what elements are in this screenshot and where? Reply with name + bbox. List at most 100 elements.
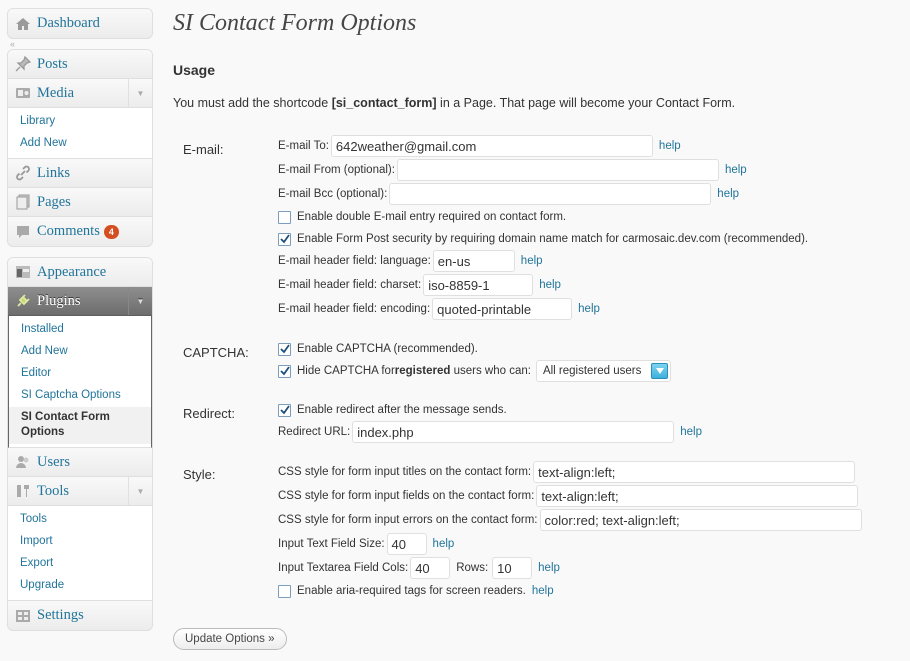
- style-titles-input[interactable]: text-align:left;: [533, 461, 856, 483]
- help-link[interactable]: help: [532, 585, 554, 597]
- form-security-checkbox[interactable]: [278, 232, 291, 246]
- menu-pages[interactable]: Pages: [8, 188, 152, 217]
- captcha-role-select[interactable]: All registered users: [535, 360, 672, 382]
- submenu-item-upgrade[interactable]: Upgrade: [8, 575, 152, 597]
- email-from-input[interactable]: [396, 159, 719, 181]
- appearance-icon: [14, 263, 32, 281]
- menu-group-dashboard: Dashboard: [7, 8, 153, 39]
- menu-settings-label: Settings: [37, 607, 84, 623]
- menu-users[interactable]: Users: [8, 448, 152, 477]
- menu-tools[interactable]: Tools ▼: [8, 477, 152, 506]
- captcha-enable-checkbox[interactable]: [278, 342, 291, 356]
- settings-icon: [14, 607, 32, 625]
- submenu-item-tools[interactable]: Tools: [8, 509, 152, 531]
- email-charset-input[interactable]: iso-8859-1: [423, 274, 534, 296]
- link-icon: [14, 164, 32, 182]
- style-aria-row: Enable aria-required tags for screen rea…: [278, 580, 554, 602]
- pages-icon: [14, 193, 32, 211]
- captcha-hide-checkbox[interactable]: [278, 364, 291, 378]
- captcha-hide-row: Hide CAPTCHA for registered users who ca…: [278, 360, 672, 382]
- submenu-plugins: Installed Add New Editor SI Captcha Opti…: [8, 316, 152, 448]
- redirect-enable-checkbox[interactable]: [278, 403, 291, 417]
- style-errors-input[interactable]: color:red; text-align:left;: [539, 509, 862, 531]
- menu-media-label: Media: [37, 84, 75, 101]
- email-encoding-row: E-mail header field: encoding: quoted-pr…: [278, 298, 600, 320]
- email-language-input[interactable]: en-us: [432, 250, 515, 272]
- chevron-down-icon[interactable]: ▼: [128, 79, 152, 107]
- style-size-row: Input Text Field Size: 40 help: [278, 533, 454, 555]
- help-link[interactable]: help: [538, 562, 560, 574]
- menu-separator-2: [7, 247, 153, 257]
- captcha-hide-label-post: users who can:: [450, 365, 531, 377]
- menu-settings[interactable]: Settings: [8, 601, 152, 630]
- menu-media[interactable]: Media ▼: [8, 79, 152, 108]
- chevron-down-icon[interactable]: ▼: [128, 477, 152, 505]
- menu-pages-label: Pages: [37, 193, 71, 210]
- style-titles-label: CSS style for form input titles on the c…: [278, 466, 532, 478]
- email-to-input[interactable]: 642weather@gmail.com: [330, 135, 653, 157]
- menu-posts[interactable]: Posts: [8, 50, 152, 79]
- checkmark-icon: [279, 234, 290, 244]
- menu-comments[interactable]: Comments 4: [8, 217, 152, 246]
- style-rows-label: Rows:: [456, 562, 489, 574]
- email-encoding-input[interactable]: quoted-printable: [432, 298, 573, 320]
- email-bcc-row: E-mail Bcc (optional): help: [278, 183, 739, 205]
- help-link[interactable]: help: [725, 164, 747, 176]
- chevron-down-icon[interactable]: ▼: [128, 287, 152, 315]
- submenu-item-si-contact-form[interactable]: SI Contact Form Options: [9, 407, 151, 444]
- tools-icon: [14, 482, 32, 500]
- menu-tools-label: Tools: [37, 482, 70, 499]
- help-link[interactable]: help: [717, 188, 739, 200]
- style-fields-input[interactable]: text-align:left;: [536, 485, 859, 507]
- menu-comments-label: Comments: [37, 223, 100, 239]
- submenu-item-add-new-plugin[interactable]: Add New: [9, 341, 151, 363]
- captcha-enable-label: Enable CAPTCHA (recommended).: [297, 343, 478, 355]
- help-link[interactable]: help: [539, 279, 561, 291]
- menu-dashboard[interactable]: Dashboard: [8, 9, 152, 38]
- email-section-label: E-mail:: [183, 142, 224, 157]
- style-rows-input[interactable]: 10: [492, 557, 533, 579]
- double-email-checkbox[interactable]: [278, 210, 291, 224]
- submenu-item-import[interactable]: Import: [8, 531, 152, 553]
- collapse-arrow-icon[interactable]: «: [10, 39, 15, 49]
- usage-text-post: in a Page. That page will become your Co…: [436, 96, 736, 110]
- help-link[interactable]: help: [659, 140, 681, 152]
- style-size-input[interactable]: 40: [386, 533, 427, 555]
- dropdown-arrow-icon[interactable]: [651, 363, 669, 379]
- redirect-url-input[interactable]: index.php: [352, 421, 675, 443]
- submenu-item-export[interactable]: Export: [8, 553, 152, 575]
- help-link[interactable]: help: [521, 255, 543, 267]
- menu-group-admin: Appearance Plugins ▼ Installed Add New E…: [7, 257, 153, 631]
- submenu-item-installed[interactable]: Installed: [9, 319, 151, 341]
- submenu-item-library[interactable]: Library: [8, 111, 152, 133]
- menu-links[interactable]: Links: [8, 159, 152, 188]
- submenu-item-editor[interactable]: Editor: [9, 363, 151, 385]
- captcha-hide-label-bold: registered: [394, 365, 451, 377]
- style-cols-input[interactable]: 40: [410, 557, 451, 579]
- help-link[interactable]: help: [578, 303, 600, 315]
- email-from-row: E-mail From (optional): help: [278, 159, 747, 181]
- submenu-media: Library Add New: [8, 108, 152, 159]
- redirect-url-label: Redirect URL:: [278, 426, 351, 438]
- aria-required-checkbox[interactable]: [278, 584, 291, 598]
- menu-separator[interactable]: «: [7, 39, 153, 49]
- double-email-label: Enable double E-mail entry required on c…: [297, 211, 567, 223]
- users-icon: [14, 453, 32, 471]
- help-link[interactable]: help: [680, 426, 702, 438]
- menu-appearance[interactable]: Appearance: [8, 258, 152, 287]
- email-bcc-input[interactable]: [389, 183, 712, 205]
- menu-plugins[interactable]: Plugins ▼: [8, 287, 152, 316]
- style-section-label: Style:: [183, 467, 216, 482]
- submenu-item-si-captcha[interactable]: SI Captcha Options: [9, 385, 151, 407]
- checkmark-icon: [279, 405, 290, 415]
- checkmark-icon: [279, 366, 290, 376]
- captcha-role-selected: All registered users: [542, 365, 642, 377]
- style-errors-label: CSS style for form input errors on the c…: [278, 514, 538, 526]
- help-link[interactable]: help: [433, 538, 455, 550]
- submenu-item-add-new-media[interactable]: Add New: [8, 133, 152, 155]
- email-from-label: E-mail From (optional):: [278, 164, 395, 176]
- menu-users-label: Users: [37, 453, 71, 470]
- menu-group-content: Posts Media ▼ Library Add New Links Page…: [7, 49, 153, 247]
- style-cols-label: Input Textarea Field Cols:: [278, 562, 409, 574]
- update-options-button[interactable]: Update Options »: [173, 628, 287, 650]
